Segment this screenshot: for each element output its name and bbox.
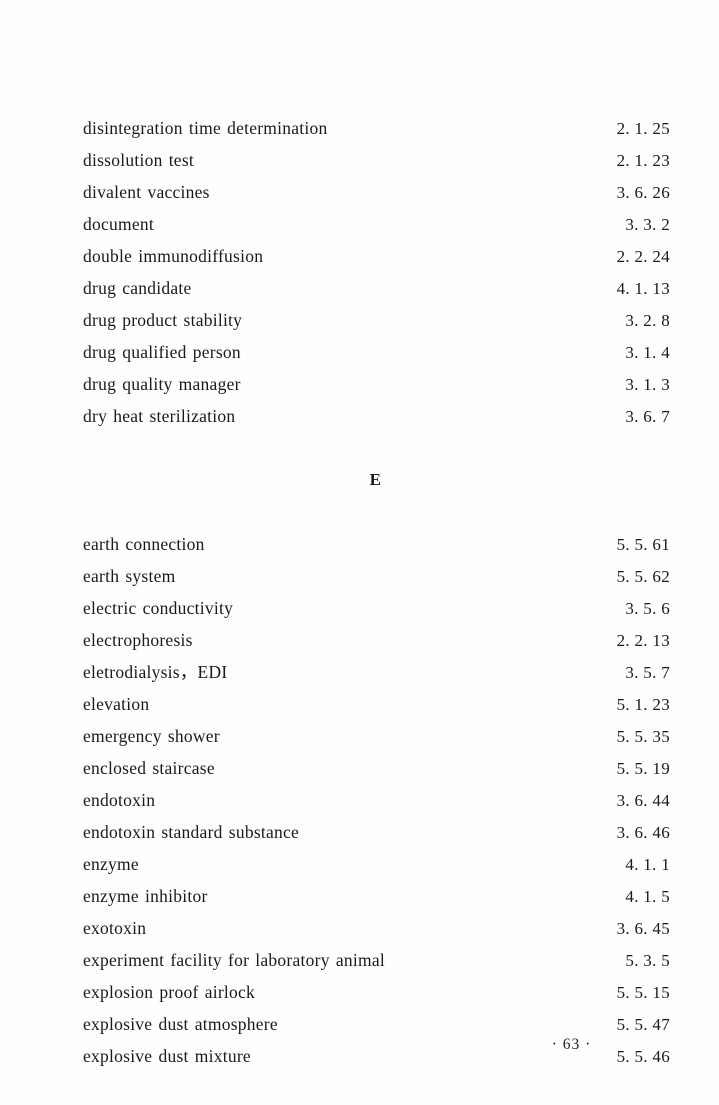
index-entry[interactable]: enclosed staircase 5. 5. 19 [83,752,670,784]
index-entry[interactable]: endotoxin 3. 6. 44 [83,784,670,816]
index-entry[interactable]: eletrodialysis，EDI 3. 5. 7 [83,656,670,688]
index-entry-reference: 5. 5. 61 [616,535,670,554]
section-letter: E [369,470,382,489]
section-letter-divider: E [83,464,670,496]
index-entry-reference: 2. 1. 25 [616,119,670,138]
index-entry[interactable]: dry heat sterilization 3. 6. 7 [83,400,670,432]
index-entry-reference: 4. 1. 5 [625,887,670,906]
index-entry[interactable]: drug qualified person 3. 1. 4 [83,336,670,368]
index-entry-reference: 3. 3. 2 [625,215,670,234]
index-entry[interactable]: drug quality manager 3. 1. 3 [83,368,670,400]
index-entry-reference: 3. 6. 7 [625,407,670,426]
page-folio: · 63 · [551,1036,592,1053]
index-entry-reference: 3. 1. 4 [625,343,670,362]
index-entry-term: double immunodiffusion [83,246,264,266]
index-entry-term: earth connection [83,534,205,554]
index-entry-reference: 4. 1. 13 [616,279,670,298]
index-entry-term: drug qualified person [83,342,241,362]
index-entry-term: earth system [83,566,176,586]
index-entry-list: disintegration time determination 2. 1. 2… [83,112,670,1072]
index-page: disintegration time determination 2. 1. 2… [0,0,719,1105]
index-entry-term: document [83,214,155,234]
index-entry[interactable]: dissolution test 2. 1. 23 [83,144,670,176]
index-entry-reference: 5. 5. 19 [616,759,670,778]
index-entry-term: enclosed staircase [83,758,215,778]
index-entry-term: electrophoresis [83,630,193,650]
index-entry-term: endotoxin [83,790,156,810]
index-entry-reference: 5. 5. 62 [616,567,670,586]
index-entry-reference: 5. 5. 15 [616,983,670,1002]
index-entry-term: emergency shower [83,726,220,746]
index-entry-reference: 5. 1. 23 [616,695,670,714]
index-entry[interactable]: earth connection 5. 5. 61 [83,528,670,560]
index-entry-reference: 3. 6. 46 [616,823,670,842]
index-entry-reference: 2. 2. 13 [616,631,670,650]
index-entry-reference: 3. 6. 44 [616,791,670,810]
index-entry[interactable]: emergency shower 5. 5. 35 [83,720,670,752]
index-entry[interactable]: double immunodiffusion 2. 2. 24 [83,240,670,272]
index-entry[interactable]: electrophoresis 2. 2. 13 [83,624,670,656]
index-entry[interactable]: earth system 5. 5. 62 [83,560,670,592]
index-entry-reference: 5. 5. 35 [616,727,670,746]
index-entry[interactable]: exotoxin 3. 6. 45 [83,912,670,944]
index-entry-term: disintegration time determination [83,118,328,138]
index-entry[interactable]: disintegration time determination 2. 1. 2… [83,112,670,144]
index-entry-reference: 3. 5. 7 [625,663,670,682]
index-entry-term: experiment facility for laboratory anima… [83,950,385,970]
index-entry[interactable]: document 3. 3. 2 [83,208,670,240]
index-entry-reference: 3. 2. 8 [625,311,670,330]
index-entry-term: exotoxin [83,918,147,938]
index-entry[interactable]: elevation 5. 1. 23 [83,688,670,720]
index-entry-term: dissolution test [83,150,194,170]
index-entry-term: electric conductivity [83,598,234,618]
index-entry-reference: 3. 6. 26 [616,183,670,202]
index-entry-reference: 2. 1. 23 [616,151,670,170]
index-entry[interactable]: drug product stability 3. 2. 8 [83,304,670,336]
index-entry-reference: 4. 1. 1 [625,855,670,874]
index-entry[interactable]: explosion proof airlock 5. 5. 15 [83,976,670,1008]
index-entry-reference: 3. 6. 45 [616,919,670,938]
index-entry-term: eletrodialysis，EDI [83,662,228,682]
index-entry-reference: 2. 2. 24 [616,247,670,266]
index-entry-term: dry heat sterilization [83,406,236,426]
index-entry-term: elevation [83,694,150,714]
index-entry-reference: 3. 1. 3 [625,375,670,394]
index-entry-term: drug candidate [83,278,192,298]
index-entry-reference: 5. 3. 5 [625,951,670,970]
index-entry-reference: 3. 5. 6 [625,599,670,618]
index-entry-term: enzyme [83,854,139,874]
index-entry-term: enzyme inhibitor [83,886,208,906]
index-entry-term: explosion proof airlock [83,982,256,1002]
index-entry-term: endotoxin standard substance [83,822,300,842]
index-entry[interactable]: enzyme inhibitor 4. 1. 5 [83,880,670,912]
index-entry-term: divalent vaccines [83,182,210,202]
index-entry[interactable]: electric conductivity 3. 5. 6 [83,592,670,624]
index-entry[interactable]: drug candidate 4. 1. 13 [83,272,670,304]
index-entry-term: drug product stability [83,310,243,330]
index-entry[interactable]: divalent vaccines 3. 6. 26 [83,176,670,208]
index-entry[interactable]: endotoxin standard substance 3. 6. 46 [83,816,670,848]
index-entry-term: drug quality manager [83,374,241,394]
index-entry[interactable]: enzyme 4. 1. 1 [83,848,670,880]
index-entry[interactable]: experiment facility for laboratory anima… [83,944,670,976]
